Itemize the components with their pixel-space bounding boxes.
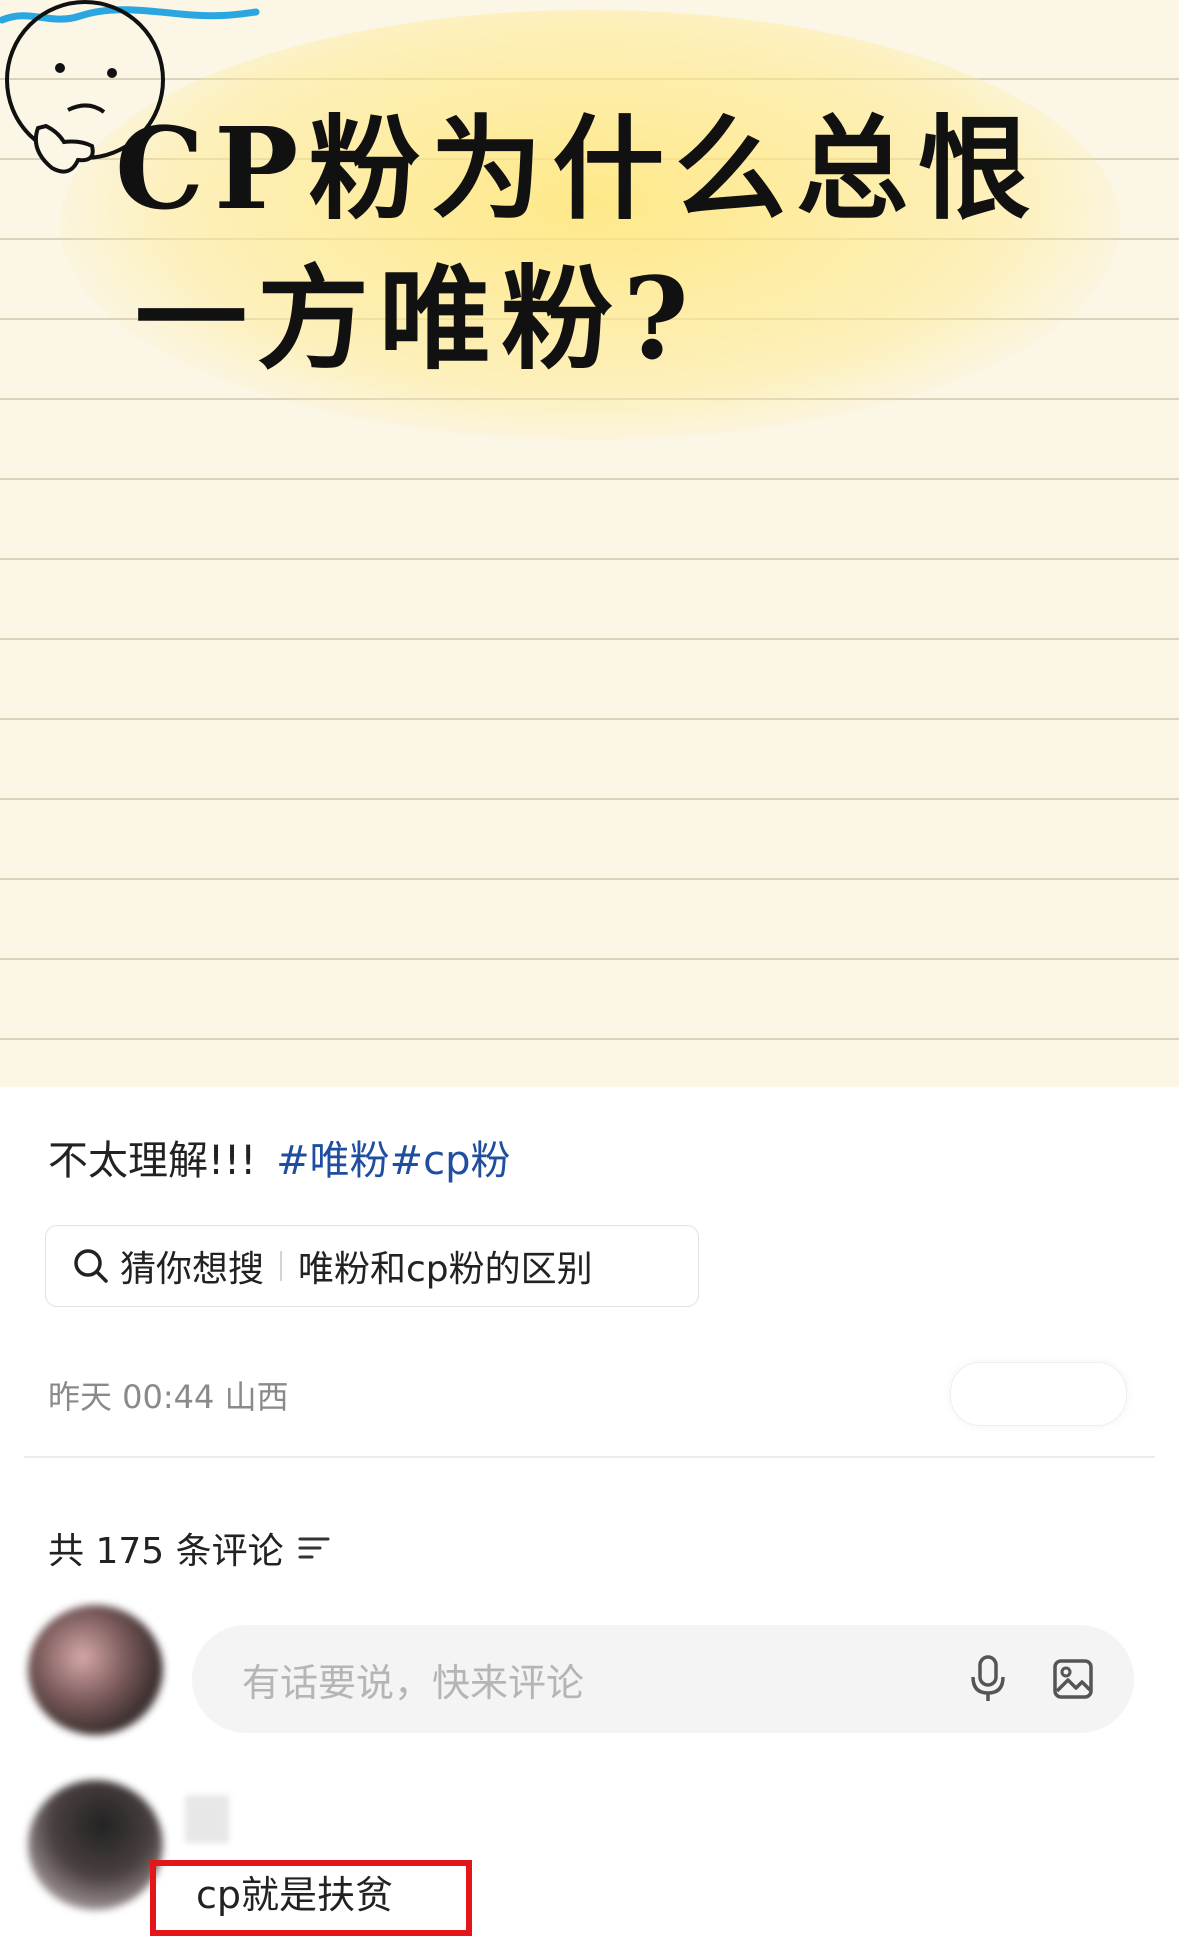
guess-search-pill[interactable]: 猜你想搜 唯粉和cp粉的区别 bbox=[45, 1225, 699, 1307]
caption-hashtags[interactable]: #唯粉#cp粉 bbox=[276, 1138, 510, 1184]
current-user-avatar[interactable] bbox=[28, 1605, 163, 1735]
commenter-avatar[interactable] bbox=[28, 1780, 163, 1910]
guess-search-separator bbox=[280, 1251, 283, 1281]
cover-title-line-1: CP粉为什么总恨 bbox=[115, 104, 1041, 235]
comment-count-label: 共 175 条评论 bbox=[48, 1531, 284, 1572]
divider bbox=[24, 1456, 1155, 1458]
comment-text[interactable]: cp就是扶贫 bbox=[150, 1860, 472, 1936]
guess-search-label: 猜你想搜 bbox=[120, 1249, 265, 1290]
post-cover-image[interactable]: CP粉为什么总恨 一方唯粉? bbox=[0, 0, 1179, 1087]
commenter-name-blurred[interactable] bbox=[185, 1795, 229, 1843]
cover-handwritten-title: CP粉为什么总恨 一方唯粉? bbox=[115, 95, 1075, 395]
sort-icon bbox=[298, 1537, 330, 1559]
blurred-pill[interactable] bbox=[950, 1362, 1127, 1426]
search-icon bbox=[74, 1249, 108, 1283]
cover-title-line-2: 一方唯粉? bbox=[135, 254, 699, 385]
guess-search-query: 唯粉和cp粉的区别 bbox=[298, 1249, 593, 1290]
comment-input-placeholder: 有话要说，快来评论 bbox=[242, 1660, 585, 1705]
microphone-icon[interactable] bbox=[970, 1655, 1006, 1703]
image-icon[interactable] bbox=[1052, 1658, 1094, 1700]
post-time-location: 昨天 00:44 山西 bbox=[48, 1378, 289, 1416]
comment-count-header[interactable]: 共 175 条评论 bbox=[48, 1522, 330, 1574]
comment-input[interactable]: 有话要说，快来评论 bbox=[192, 1625, 1134, 1733]
caption-text: 不太理解!!! bbox=[48, 1138, 257, 1184]
post-caption: 不太理解!!! #唯粉#cp粉 bbox=[48, 1128, 511, 1186]
thinking-face-icon bbox=[5, 0, 165, 174]
